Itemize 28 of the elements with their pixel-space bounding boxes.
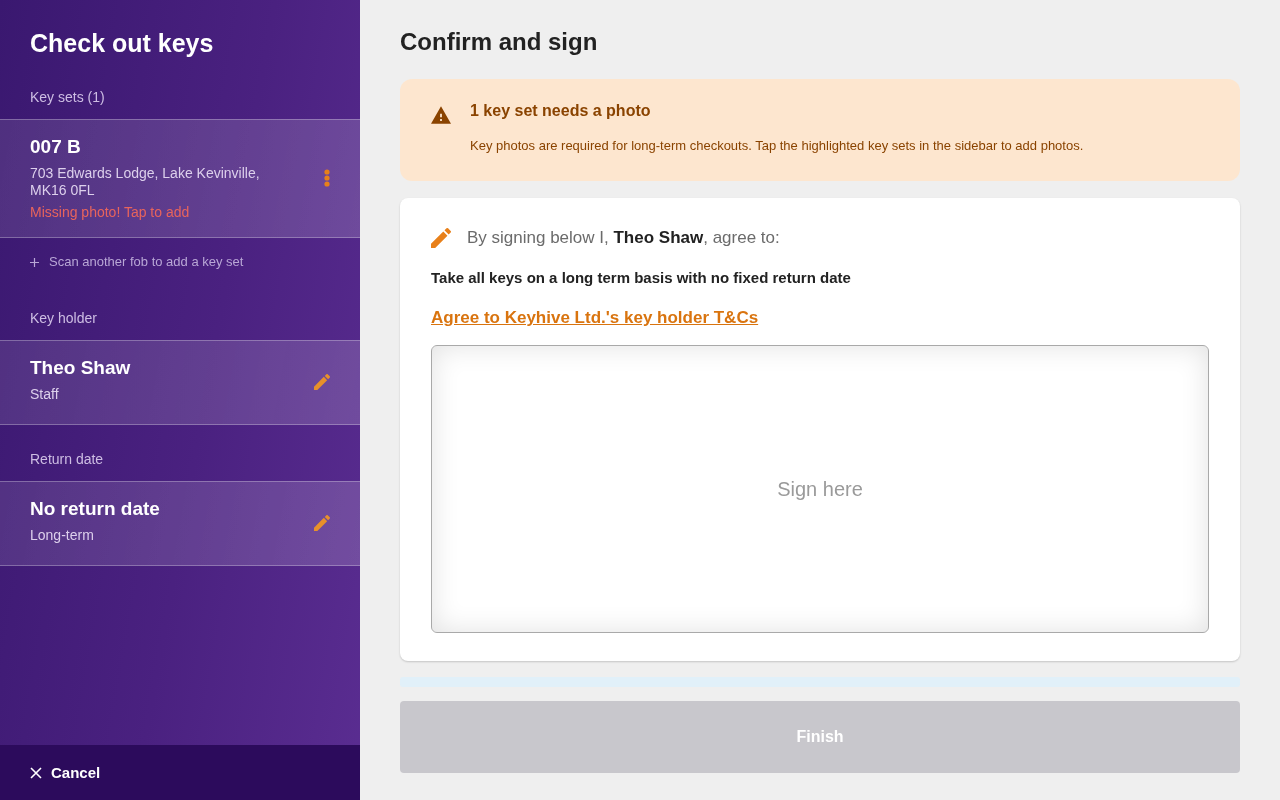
cancel-button[interactable]: Cancel [30,764,101,781]
vertical-dots-icon[interactable] [324,169,330,187]
card-title: 007 B [30,135,82,159]
sidebar-card[interactable]: Theo Shaw Staff [0,340,360,425]
sidebar-card[interactable]: No return date Long-term [0,481,360,566]
page-heading: Confirm and sign [400,27,599,57]
alert-message: Key photos are required for long-term checkouts. Tap the highlighted key sets in the sidebar to add photos. [470,137,1084,155]
plus-icon [30,257,39,267]
card-title: Theo Shaw [30,356,132,380]
agreement-terms: Take all keys on a long term basis with no fixed return date [431,268,852,288]
pencil-icon[interactable] [314,374,330,390]
sidebar-title: Check out keys [29,28,215,59]
card-subtitle: Staff [30,386,60,403]
warning-icon [431,106,451,124]
card-subtitle: 703 Edwards Lodge, Lake Kevinville, MK16 0FL [30,165,261,199]
section-label: Return date [29,450,105,469]
close-icon [30,766,42,779]
card-title: No return date [30,497,161,521]
alert-title: 1 key set needs a photo [470,101,652,121]
pencil-icon [431,228,451,248]
sidebar-card[interactable]: 007 B 703 Edwards Lodge, Lake Kevinville, MK16 0FL Missing photo! Tap to add [0,119,360,238]
section-label: Key sets (1) [29,88,106,107]
pencil-icon[interactable] [314,515,330,531]
card-subtitle: Long-term [30,527,95,544]
add-key-set-link[interactable]: Scan another fob to add a key set [30,252,244,272]
agreement-intro: By signing below I, Theo Shaw, agree to: [467,227,780,249]
missing-photo-warning: Missing photo! Tap to add [30,203,191,222]
section-label: Key holder [29,309,98,328]
